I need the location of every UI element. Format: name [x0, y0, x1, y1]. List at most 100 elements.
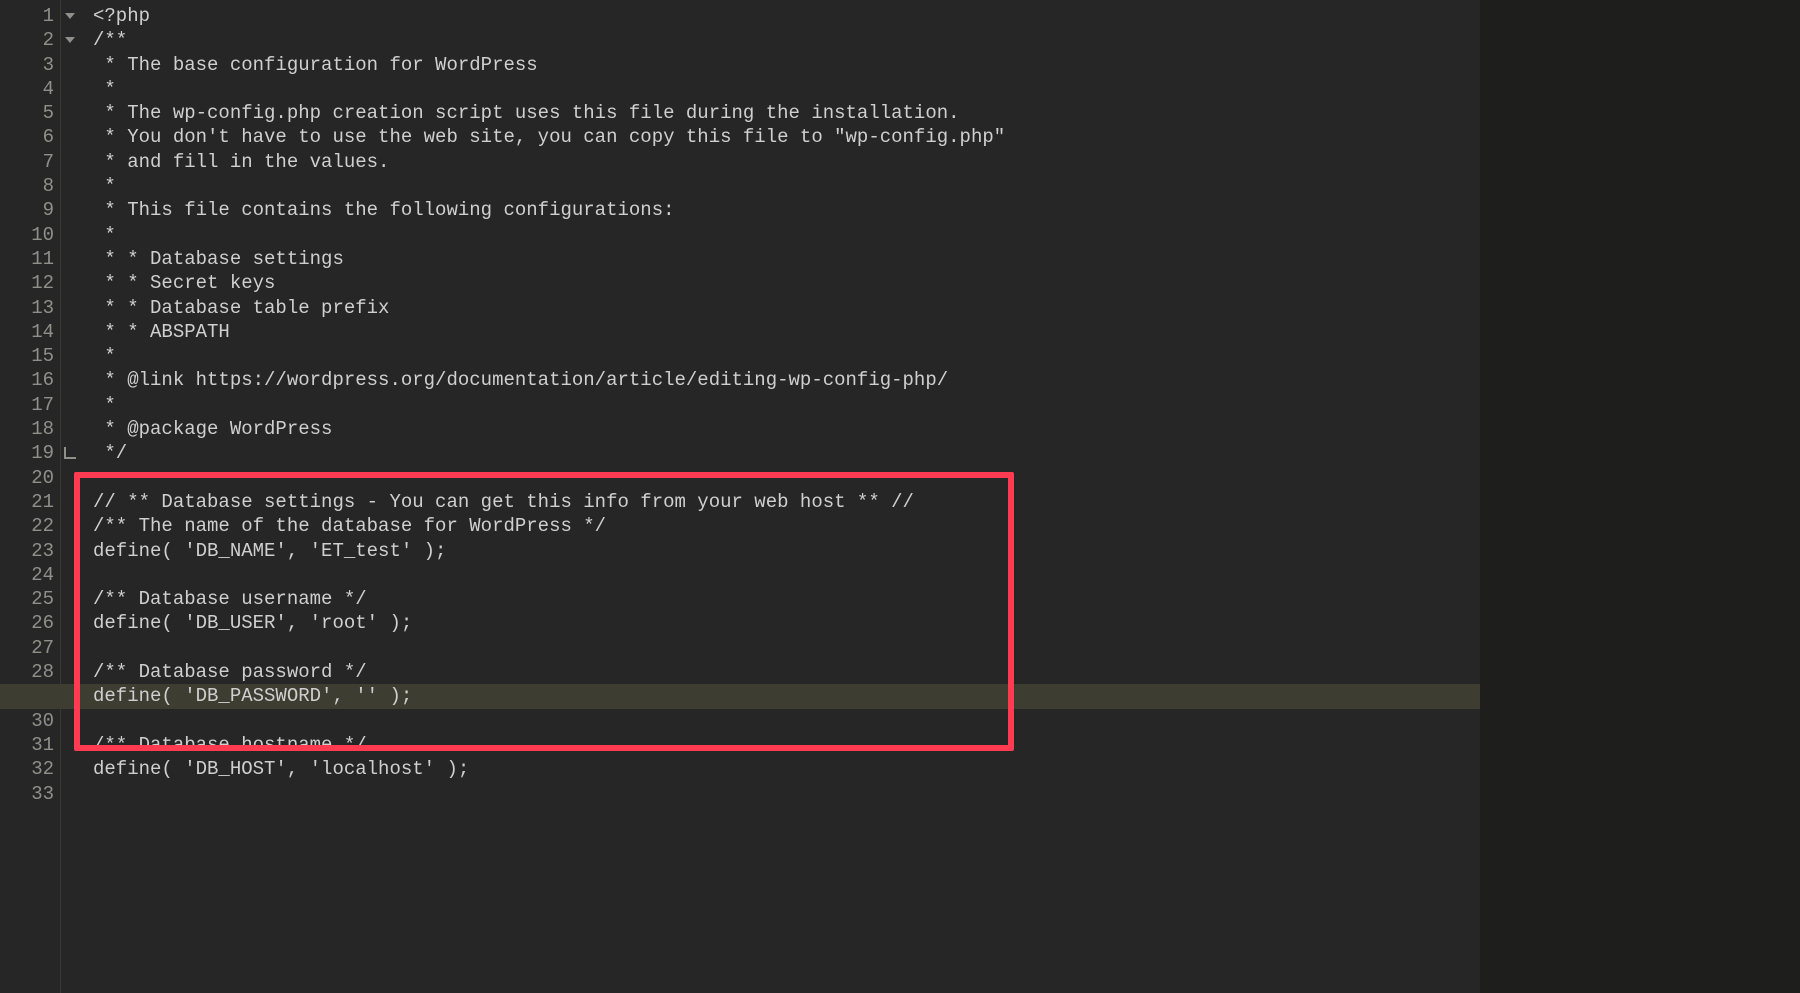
code-text[interactable]: * The base configuration for WordPress [93, 54, 538, 76]
line-number[interactable]: 21 [0, 490, 60, 514]
code-text[interactable]: <?php [93, 5, 150, 27]
line-number[interactable]: 1 [0, 4, 60, 28]
code-line[interactable]: * This file contains the following confi… [93, 198, 1480, 222]
line-number[interactable]: 10 [0, 223, 60, 247]
code-text[interactable]: /** Database hostname */ [93, 734, 367, 756]
fold-cell[interactable] [61, 636, 79, 660]
code-line[interactable]: * @link https://wordpress.org/documentat… [93, 368, 1480, 392]
code-text[interactable]: define( 'DB_PASSWORD', '' ); [93, 685, 412, 707]
line-number[interactable]: 27 [0, 636, 60, 660]
line-number[interactable]: 2 [0, 28, 60, 52]
code-text[interactable]: * * ABSPATH [93, 321, 230, 343]
code-text[interactable]: * [93, 345, 116, 367]
code-line[interactable]: define( 'DB_HOST', 'localhost' ); [93, 757, 1480, 781]
fold-open-icon[interactable] [65, 13, 75, 19]
code-line[interactable]: /** Database username */ [93, 587, 1480, 611]
fold-cell[interactable] [61, 247, 79, 271]
fold-cell[interactable] [61, 101, 79, 125]
line-number[interactable]: 14 [0, 320, 60, 344]
fold-cell[interactable] [61, 125, 79, 149]
line-number[interactable]: 22 [0, 514, 60, 538]
code-text[interactable]: // ** Database settings - You can get th… [93, 491, 914, 513]
fold-cell[interactable] [61, 28, 79, 52]
code-text[interactable]: * This file contains the following confi… [93, 199, 675, 221]
fold-cell[interactable] [61, 490, 79, 514]
line-number[interactable]: 3 [0, 53, 60, 77]
fold-open-icon[interactable] [65, 37, 75, 43]
fold-cell[interactable] [61, 150, 79, 174]
code-line[interactable] [93, 709, 1480, 733]
code-text[interactable]: * The wp-config.php creation script uses… [93, 102, 960, 124]
code-line[interactable]: * You don't have to use the web site, yo… [93, 125, 1480, 149]
fold-cell[interactable] [61, 514, 79, 538]
fold-cell[interactable] [61, 782, 79, 806]
line-number[interactable]: 5 [0, 101, 60, 125]
fold-cell[interactable] [61, 53, 79, 77]
code-line[interactable]: * * Database settings [93, 247, 1480, 271]
line-number[interactable]: 18 [0, 417, 60, 441]
fold-gutter[interactable] [61, 0, 79, 993]
code-area[interactable]: <?php/** * The base configuration for Wo… [79, 0, 1480, 993]
code-text[interactable]: * * Database settings [93, 248, 344, 270]
fold-cell[interactable] [61, 4, 79, 28]
line-number[interactable]: 25 [0, 587, 60, 611]
fold-cell[interactable] [61, 587, 79, 611]
code-text[interactable]: * [93, 78, 116, 100]
code-text[interactable]: * [93, 394, 116, 416]
code-line[interactable]: * The base configuration for WordPress [93, 53, 1480, 77]
line-number[interactable]: 20 [0, 466, 60, 490]
code-text[interactable]: /** The name of the database for WordPre… [93, 515, 606, 537]
line-number[interactable]: 33 [0, 782, 60, 806]
code-editor[interactable]: 1234567891011121314151617181920212223242… [0, 0, 1800, 993]
line-number[interactable]: 11 [0, 247, 60, 271]
fold-cell[interactable] [61, 223, 79, 247]
fold-cell[interactable] [61, 320, 79, 344]
code-text[interactable]: /** Database username */ [93, 588, 367, 610]
fold-cell[interactable] [61, 417, 79, 441]
line-number[interactable]: 24 [0, 563, 60, 587]
code-line[interactable]: */ [93, 441, 1480, 465]
line-number[interactable]: 28 [0, 660, 60, 684]
line-number[interactable]: 31 [0, 733, 60, 757]
line-number[interactable]: 30 [0, 709, 60, 733]
code-line[interactable]: * * Database table prefix [93, 296, 1480, 320]
fold-cell[interactable] [61, 611, 79, 635]
code-line[interactable]: define( 'DB_NAME', 'ET_test' ); [93, 539, 1480, 563]
code-line[interactable]: * @package WordPress [93, 417, 1480, 441]
fold-cell[interactable] [61, 466, 79, 490]
code-line[interactable]: * * Secret keys [93, 271, 1480, 295]
fold-cell[interactable] [61, 393, 79, 417]
code-line[interactable]: * [93, 344, 1480, 368]
code-line[interactable]: * and fill in the values. [93, 150, 1480, 174]
line-number[interactable]: 4 [0, 77, 60, 101]
code-text[interactable]: * You don't have to use the web site, yo… [93, 126, 1005, 148]
fold-cell[interactable] [61, 733, 79, 757]
code-line[interactable]: define( 'DB_USER', 'root' ); [93, 611, 1480, 635]
code-text[interactable]: * @link https://wordpress.org/documentat… [93, 369, 948, 391]
fold-cell[interactable] [61, 77, 79, 101]
code-line[interactable]: // ** Database settings - You can get th… [93, 490, 1480, 514]
line-number[interactable]: 15 [0, 344, 60, 368]
fold-cell[interactable] [61, 660, 79, 684]
line-number[interactable]: 13 [0, 296, 60, 320]
line-number[interactable]: 16 [0, 368, 60, 392]
code-line[interactable]: * * ABSPATH [93, 320, 1480, 344]
code-line[interactable]: /** Database password */ [93, 660, 1480, 684]
code-line[interactable]: * [93, 77, 1480, 101]
fold-cell[interactable] [61, 344, 79, 368]
fold-cell[interactable] [61, 709, 79, 733]
line-number[interactable]: 19 [0, 441, 60, 465]
code-text[interactable]: define( 'DB_HOST', 'localhost' ); [93, 758, 469, 780]
code-line[interactable]: /** [93, 28, 1480, 52]
code-text[interactable]: define( 'DB_NAME', 'ET_test' ); [93, 540, 446, 562]
code-line[interactable]: /** Database hostname */ [93, 733, 1480, 757]
line-number-gutter[interactable]: 1234567891011121314151617181920212223242… [0, 0, 61, 993]
code-text[interactable]: * * Secret keys [93, 272, 275, 294]
code-text[interactable]: * [93, 224, 116, 246]
code-line[interactable]: <?php [93, 4, 1480, 28]
code-line[interactable] [93, 563, 1480, 587]
fold-cell[interactable] [61, 441, 79, 465]
code-line[interactable]: * The wp-config.php creation script uses… [93, 101, 1480, 125]
line-number[interactable]: 12 [0, 271, 60, 295]
line-number[interactable]: 26 [0, 611, 60, 635]
